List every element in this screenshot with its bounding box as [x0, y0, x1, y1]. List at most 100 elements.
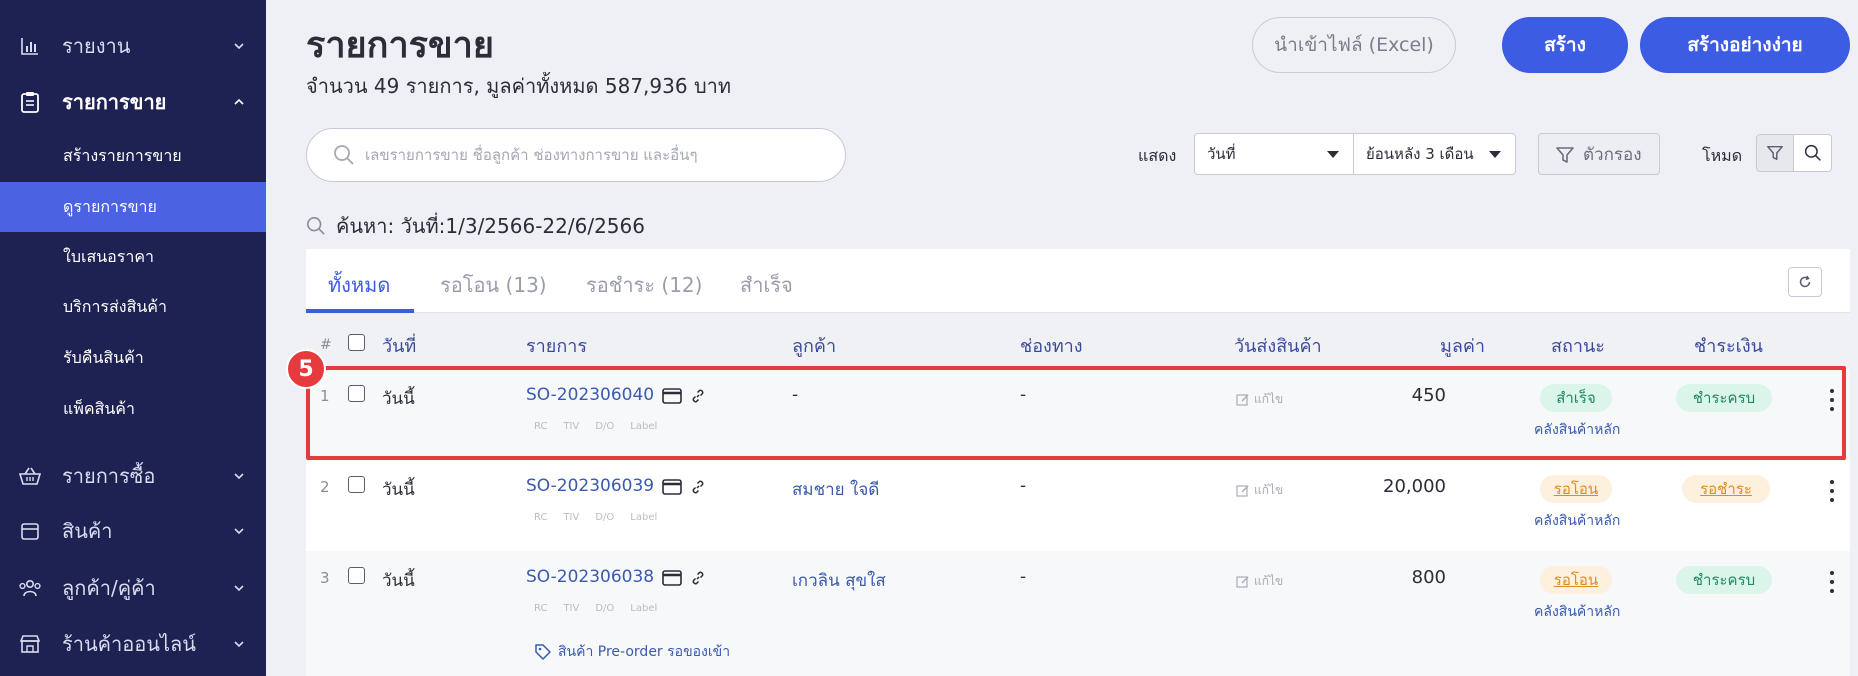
tag-rc[interactable]: RC — [534, 603, 547, 614]
tab-awaiting-payment[interactable]: รอชำระ (12) — [586, 269, 702, 301]
row-customer-link[interactable]: เกวลิน สุขใส — [792, 567, 886, 594]
tag-rc[interactable]: RC — [534, 512, 547, 523]
refresh-button[interactable] — [1788, 267, 1822, 297]
col-item: รายการ — [526, 336, 587, 357]
sidebar-item-label: รายงาน — [62, 34, 131, 58]
link-icon[interactable] — [690, 570, 706, 586]
search-input[interactable] — [365, 139, 825, 171]
sales-table-card: ทั้งหมด รอโอน (13) รอชำระ (12) สำเร็จ # … — [306, 249, 1850, 676]
date-type-select[interactable]: วันที่ — [1194, 133, 1354, 175]
sidebar-item-purchases[interactable]: รายการซื้อ — [0, 448, 266, 504]
tag-label[interactable]: Label — [630, 512, 657, 523]
row-checkbox[interactable] — [348, 476, 365, 493]
payment-badge[interactable]: ชำระครบ — [1676, 566, 1772, 594]
warehouse-link[interactable]: คลังสินค้าหลัก — [1534, 419, 1620, 441]
date-type-value: วันที่ — [1207, 145, 1236, 163]
pencil-icon — [1236, 484, 1249, 497]
table-row[interactable]: 3 วันนี้ SO-202306038 RC TIV D/O Label ส… — [306, 551, 1850, 676]
col-payment: ชำระเงิน — [1694, 336, 1763, 357]
doc-tags: RC TIV D/O Label — [534, 421, 657, 432]
date-range-value: ย้อนหลัง 3 เดือน — [1366, 145, 1474, 163]
sidebar-subitem-shipping[interactable]: บริการส่งสินค้า — [0, 282, 266, 332]
warehouse-link[interactable]: คลังสินค้าหลัก — [1534, 601, 1620, 623]
col-channel: ช่องทาง — [1020, 336, 1083, 357]
col-customer: ลูกค้า — [792, 336, 837, 357]
create-button[interactable]: สร้าง — [1502, 17, 1628, 73]
sidebar-subitem-label: สร้างรายการขาย — [63, 145, 182, 165]
caret-down-icon — [1327, 151, 1339, 158]
tag-tiv[interactable]: TIV — [563, 603, 579, 614]
sidebar-item-reports[interactable]: รายงาน — [0, 18, 266, 74]
row-channel: - — [1020, 567, 1027, 587]
sidebar-item-customers[interactable]: ลูกค้า/คู่ค้า — [0, 560, 266, 616]
sidebar-subitem-label: รับคืนสินค้า — [63, 347, 144, 367]
sidebar-subitem-create-sale[interactable]: สร้างรายการขาย — [0, 131, 266, 181]
more-options-icon[interactable] — [1825, 480, 1839, 502]
more-options-icon[interactable] — [1825, 571, 1839, 593]
step-number-badge: 5 — [286, 349, 326, 389]
row-checkbox[interactable] — [348, 385, 365, 402]
sidebar-item-label: รายการขาย — [62, 90, 167, 114]
table-row[interactable]: 2 วันนี้ SO-202306039 RC TIV D/O Label ส… — [306, 460, 1850, 551]
sidebar-subitem-returns[interactable]: รับคืนสินค้า — [0, 333, 266, 383]
create-simple-button[interactable]: สร้างอย่างง่าย — [1640, 17, 1850, 73]
tag-tiv[interactable]: TIV — [563, 512, 579, 523]
more-options-icon[interactable] — [1825, 389, 1839, 411]
tag-label[interactable]: Label — [630, 421, 657, 432]
edit-ship-date[interactable]: แก้ไข — [1236, 572, 1283, 591]
sidebar-item-sales[interactable]: รายการขาย — [0, 74, 266, 130]
tag-label[interactable]: Label — [630, 603, 657, 614]
people-icon — [18, 576, 42, 600]
tag-do[interactable]: D/O — [595, 512, 614, 523]
status-badge[interactable]: รอโอน — [1540, 566, 1612, 594]
row-customer-link[interactable]: สมชาย ใจดี — [792, 476, 879, 503]
payment-badge[interactable]: รอชำระ — [1682, 475, 1770, 503]
sidebar-item-products[interactable]: สินค้า — [0, 503, 266, 559]
col-hash: # — [320, 337, 332, 353]
sidebar-subitem-quotation[interactable]: ใบเสนอราคา — [0, 232, 266, 282]
table-row[interactable]: 1 วันนี้ SO-202306040 RC TIV D/O Label -… — [306, 369, 1850, 460]
row-checkbox[interactable] — [348, 567, 365, 584]
status-badge[interactable]: รอโอน — [1540, 475, 1612, 503]
row-number: 2 — [320, 478, 330, 496]
sidebar-subitem-view-sales[interactable]: ดูรายการขาย — [0, 182, 266, 232]
tab-completed[interactable]: สำเร็จ — [740, 269, 793, 301]
tag-tiv[interactable]: TIV — [563, 421, 579, 432]
warehouse-link[interactable]: คลังสินค้าหลัก — [1534, 510, 1620, 532]
order-link[interactable]: SO-202306038 — [526, 567, 654, 587]
link-icon[interactable] — [690, 479, 706, 495]
tag-do[interactable]: D/O — [595, 421, 614, 432]
mode-label: โหมด — [1702, 146, 1743, 165]
search-icon — [307, 217, 325, 235]
select-all-checkbox[interactable] — [348, 334, 365, 351]
mode-filter-button[interactable] — [1756, 134, 1794, 172]
row-channel: - — [1020, 476, 1027, 496]
tab-awaiting-transfer[interactable]: รอโอน (13) — [440, 269, 547, 301]
payment-badge[interactable]: ชำระครบ — [1676, 384, 1772, 412]
tab-all[interactable]: ทั้งหมด — [328, 269, 390, 301]
table-header: # วันที่ รายการ ลูกค้า ช่องทาง วันส่งสิน… — [306, 313, 1850, 369]
order-link[interactable]: SO-202306040 — [526, 385, 654, 405]
order-link[interactable]: SO-202306039 — [526, 476, 654, 496]
preorder-note[interactable]: สินค้า Pre-order รอของเข้า — [534, 641, 730, 663]
sidebar-subitem-packing[interactable]: แพ็คสินค้า — [0, 384, 266, 434]
link-icon[interactable] — [690, 388, 706, 404]
sidebar-item-online-store[interactable]: ร้านค้าออนไลน์ — [0, 616, 266, 672]
edit-ship-date[interactable]: แก้ไข — [1236, 481, 1283, 500]
filter-button[interactable]: ตัวกรอง — [1538, 133, 1660, 175]
edit-label: แก้ไข — [1254, 483, 1284, 497]
search-icon — [334, 145, 354, 165]
store-icon — [18, 632, 42, 656]
mode-search-button[interactable] — [1794, 134, 1832, 172]
edit-ship-date[interactable]: แก้ไข — [1236, 390, 1283, 409]
card-icon — [662, 479, 682, 495]
tag-rc[interactable]: RC — [534, 421, 547, 432]
import-excel-button[interactable]: นำเข้าไฟล์ (Excel) — [1252, 17, 1456, 73]
page-summary: จำนวน 49 รายการ, มูลค่าทั้งหมด 587,936 บ… — [306, 74, 732, 98]
row-value: 800 — [1411, 567, 1446, 588]
col-date[interactable]: วันที่ — [382, 331, 416, 360]
date-range-select[interactable]: ย้อนหลัง 3 เดือน — [1354, 133, 1516, 175]
row-number: 1 — [320, 387, 330, 405]
row-date: วันนี้ — [382, 389, 415, 409]
tag-do[interactable]: D/O — [595, 603, 614, 614]
